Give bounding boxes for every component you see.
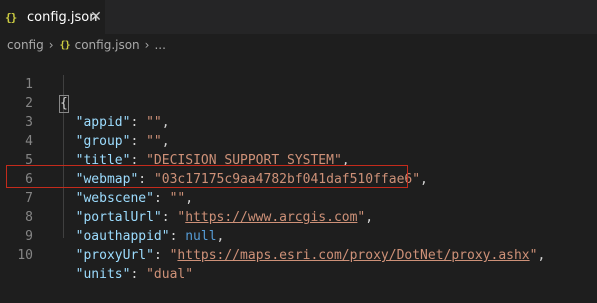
breadcrumb-file[interactable]: config.json: [75, 38, 140, 52]
tab-config-json[interactable]: {} config.json ✕: [0, 0, 105, 34]
json-key: "proxyUrl": [75, 248, 154, 263]
json-file-icon: {}: [59, 39, 71, 51]
code-line: 4 "title": "DECISION SUPPORT SYSTEM",: [0, 113, 597, 168]
chevron-right-icon: ›: [144, 38, 150, 52]
code-line: 1 {: [0, 56, 597, 113]
tab-title: config.json: [27, 9, 98, 25]
code-line: 9 "proxyUrl": "https://maps.esri.com/pro…: [0, 208, 597, 263]
breadcrumb-folder[interactable]: config: [7, 38, 44, 52]
code-line: 10 "units": "dual": [0, 227, 597, 282]
code-editor[interactable]: 1 { 2 "appid": "", 3 "group": "", 4 "tit…: [0, 56, 597, 282]
code-line: 8 "oauthappid": null,: [0, 189, 597, 244]
breadcrumb-symbols[interactable]: ...: [154, 38, 165, 52]
json-key: "units": [75, 267, 131, 282]
highlight-box: [6, 165, 408, 188]
close-icon[interactable]: ✕: [88, 9, 104, 25]
breadcrumb: config › {} config.json › ...: [0, 34, 597, 56]
json-file-icon: {}: [5, 10, 17, 24]
chevron-right-icon: ›: [48, 38, 54, 52]
code-line: 2 "appid": "",: [0, 75, 597, 130]
code-line: 5 "webmap": "03c17175c9aa4782bf041daf510…: [0, 132, 597, 187]
json-value: "dual": [146, 267, 194, 282]
line-number: 10: [17, 248, 33, 263]
code-line: 3 "group": "",: [0, 94, 597, 149]
tab-bar: {} config.json ✕: [0, 0, 597, 34]
url-link[interactable]: https://maps.esri.com/proxy/DotNet/proxy…: [177, 248, 529, 263]
